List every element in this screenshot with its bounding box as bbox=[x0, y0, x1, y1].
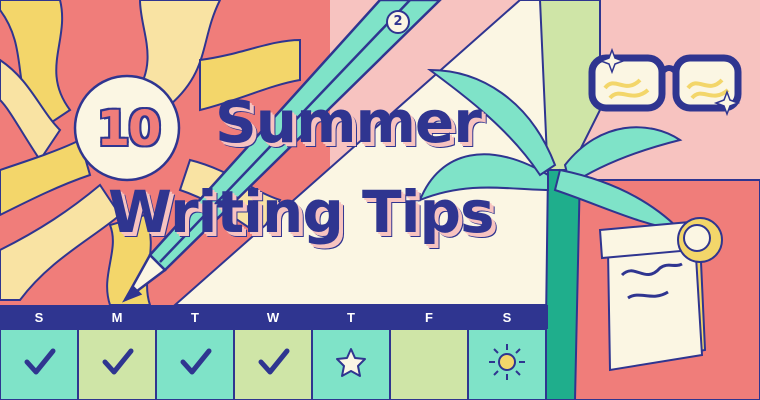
calendar-day-label: S bbox=[502, 310, 512, 325]
calendar-day-label: T bbox=[347, 310, 355, 325]
sun-icon bbox=[489, 344, 525, 380]
title-line-1: Summer bbox=[215, 88, 482, 156]
calendar-day-label: M bbox=[111, 310, 123, 325]
calendar-day-label: T bbox=[191, 310, 199, 325]
tip-count-number: 10 bbox=[96, 101, 162, 157]
calendar-day-label: W bbox=[266, 310, 280, 325]
calendar-day-label: F bbox=[425, 310, 433, 325]
title-line-2: Writing Tips bbox=[108, 178, 495, 246]
summer-writing-tips-banner: 10 2 Summer Writing Tips S M T W T F S bbox=[0, 0, 760, 400]
pencil-mark: 2 bbox=[393, 14, 403, 29]
calendar-day-label: S bbox=[34, 310, 44, 325]
